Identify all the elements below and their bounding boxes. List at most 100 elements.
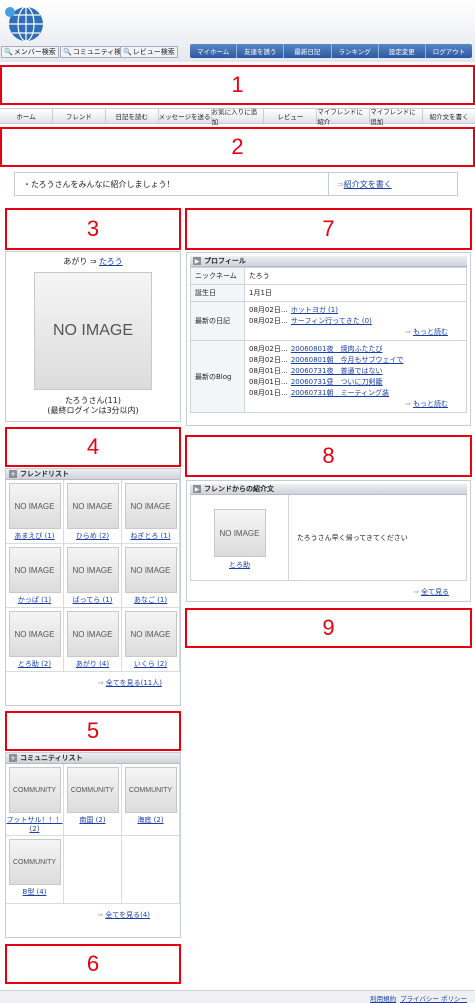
community-photo[interactable]: COMMUNITY (8, 839, 61, 885)
nav-logout[interactable]: ログアウト (426, 44, 472, 58)
community-photo[interactable]: COMMUNITY (124, 767, 177, 813)
intro-prompt: ・たろうさんをみんなに紹介しましょう！ ⇒紹介文を書く (14, 172, 458, 196)
tab-send-message[interactable]: メッセージを送る (159, 109, 212, 123)
testimonial-see-all-link[interactable]: 全て見る (421, 587, 449, 597)
friend-photo[interactable]: NO IMAGE (8, 547, 61, 593)
friend-photo[interactable]: NO IMAGE (8, 611, 61, 657)
community-list: + コミュニティリスト COMMUNITY フットサル！！！ (2) COMMUNIT… (5, 752, 181, 938)
friend-name-link[interactable]: とろ助 (2) (18, 659, 51, 669)
review-search-button[interactable]: 🔍 レビュー検索 (120, 46, 178, 58)
friend-cell: NO IMAGE あまえび (1) (6, 480, 64, 544)
friend-photo[interactable]: NO IMAGE (66, 483, 119, 529)
community-name-link[interactable]: 南国 (2) (79, 815, 105, 825)
member-search-button[interactable]: 🔍 メンバー検索 (1, 46, 59, 58)
marker-6: 6 (5, 944, 181, 984)
search-icon: 🔍 (63, 48, 72, 56)
tab-add-friend[interactable]: マイフレンドに追加 (370, 108, 424, 126)
community-cell: COMMUNITY フットサル！！！ (2) (6, 764, 64, 836)
diary-entry: 08月02日… ホットヨガ (1) (249, 305, 462, 316)
testimonial-text: たろうさん早く帰ってきてください (297, 533, 408, 542)
community-name-link[interactable]: B型 (4) (23, 887, 47, 897)
diary-title-link[interactable]: ホットヨガ (1) (291, 305, 338, 316)
marker-9: 9 (185, 608, 472, 648)
latest-diary-label: 最新の日記 (190, 301, 245, 341)
blog-title-link[interactable]: 20060801朝 今月もサブウェイで (291, 355, 404, 366)
blog-title-link[interactable]: 20060731朝 ミーティング装 (291, 388, 389, 399)
profile-photo-box: あがり ⇒ たろう NO IMAGE たろうさん(11) (最終ログインは3分以… (5, 251, 181, 422)
marker-3: 3 (5, 208, 181, 250)
friend-cell: NO IMAGE ばってら (1) (64, 544, 122, 608)
latest-blog-label: 最新のBlog (190, 340, 245, 413)
friend-name-link[interactable]: ねぎとろ (1) (130, 531, 170, 541)
blog-entry: 08月02日… 20060801朝 今月もサブウェイで (249, 355, 462, 366)
nav-my-home[interactable]: マイホーム (190, 44, 238, 58)
testimonial-author-link[interactable]: とろ助 (229, 560, 250, 570)
friend-grid: NO IMAGE あまえび (1) NO IMAGE ひらめ (2) NO IMAGE ね… (6, 480, 180, 672)
friend-name-link[interactable]: いくら (2) (134, 659, 167, 669)
blog-list: 08月02日… 20060801夜 焼肉ふたたび 08月02日… 20060801朝 … (249, 344, 462, 399)
community-list-title: コミュニティリスト (20, 754, 83, 762)
community-cell (122, 836, 180, 904)
last-login: (最終ログインは3分以内) (47, 406, 139, 415)
testimonial-avatar[interactable]: NO IMAGE (213, 509, 266, 557)
profile-name-link[interactable]: たろう (99, 257, 123, 266)
friend-photo[interactable]: NO IMAGE (124, 611, 177, 657)
blog-entry: 08月01日… 20060731朝 ミーティング装 (249, 388, 462, 399)
tab-add-favorite[interactable]: お気に入りに追加 (212, 108, 265, 126)
blog-title-link[interactable]: 20060731昼 ついに刀剣籠 (291, 377, 383, 388)
profile-title: プロフィール (204, 257, 246, 265)
globe-logo[interactable] (4, 4, 44, 44)
nav-latest-diary[interactable]: 最新日記 (284, 44, 332, 58)
friend-name-link[interactable]: あまえび (1) (14, 531, 54, 541)
testimonial-panel: ▶ フレンドからの紹介文 NO IMAGE とろ助 たろうさん早く帰ってきてくださ… (186, 480, 471, 602)
nav-ranking[interactable]: ランキング (332, 44, 379, 58)
terms-link[interactable]: 利用規約 (370, 993, 396, 1003)
blog-title-link[interactable]: 20060801夜 焼肉ふたたび (291, 344, 383, 355)
community-photo[interactable]: COMMUNITY (66, 767, 119, 813)
marker-5: 5 (5, 711, 181, 751)
tab-review[interactable]: レビュー (264, 109, 318, 123)
blog-date: 08月02日… (249, 356, 288, 364)
privacy-link[interactable]: プライバシー ポリシー (400, 993, 467, 1003)
tab-introduce-friend[interactable]: マイフレンドに紹介 (317, 108, 371, 126)
triangle-icon: ▶ (193, 485, 201, 493)
diary-date: 08月02日… (249, 317, 288, 325)
friend-photo[interactable]: NO IMAGE (66, 611, 119, 657)
blog-date: 08月01日… (249, 378, 288, 386)
write-intro-link[interactable]: 紹介文を書く (344, 180, 392, 189)
friends-see-all-link[interactable]: 全てを見る(11人) (106, 678, 162, 688)
friend-photo[interactable]: NO IMAGE (66, 547, 119, 593)
community-cell: COMMUNITY 海底 (2) (122, 764, 180, 836)
friend-name-link[interactable]: かっぱ (1) (18, 595, 51, 605)
friend-photo[interactable]: NO IMAGE (8, 483, 61, 529)
friend-name-link[interactable]: あがり (4) (76, 659, 109, 669)
blog-title-link[interactable]: 20060731夜 普通ではない (291, 366, 383, 377)
tab-write-intro[interactable]: 紹介文を書く (423, 109, 475, 123)
friend-name-link[interactable]: あなご (1) (134, 595, 167, 605)
diary-read-more-link[interactable]: もっと読む (413, 327, 448, 337)
marker-4: 4 (5, 427, 181, 467)
communities-see-all-link[interactable]: 全てを見る(4) (105, 910, 150, 920)
friend-name-link[interactable]: ひらめ (2) (76, 531, 109, 541)
tab-friends[interactable]: フレンド (53, 109, 106, 123)
friend-list: + フレンドリスト NO IMAGE あまえび (1) NO IMAGE ひらめ (2)… (5, 468, 181, 706)
tab-read-diary[interactable]: 日記を読む (106, 109, 159, 123)
friend-photo[interactable]: NO IMAGE (124, 483, 177, 529)
tab-home[interactable]: ホーム (0, 109, 53, 123)
community-name-link[interactable]: フットサル！！！ (2) (6, 815, 63, 833)
nav-settings[interactable]: 設定変更 (379, 44, 426, 58)
friend-photo[interactable]: NO IMAGE (124, 547, 177, 593)
arrow-icon: ⇒ (97, 911, 104, 919)
nav-invite-friends[interactable]: 友達を誘う (237, 44, 285, 58)
friend-name-link[interactable]: ばってら (1) (73, 595, 113, 605)
profile-photo[interactable]: NO IMAGE (34, 272, 152, 390)
diary-title-link[interactable]: サーフィン行ってきた (0) (291, 316, 372, 327)
blog-read-more-link[interactable]: もっと読む (413, 399, 448, 409)
nickname-value: たろう (244, 267, 467, 285)
header: 🔍 メンバー検索 🔍 コミュニティ検索 🔍 レビュー検索 マイホーム 友達を誘う 最新… (0, 0, 475, 62)
blog-entry: 08月01日… 20060731昼 ついに刀剣籠 (249, 377, 462, 388)
community-photo[interactable]: COMMUNITY (8, 767, 61, 813)
plus-icon: + (9, 754, 17, 762)
community-name-link[interactable]: 海底 (2) (137, 815, 163, 825)
friend-cell: NO IMAGE ひらめ (2) (64, 480, 122, 544)
